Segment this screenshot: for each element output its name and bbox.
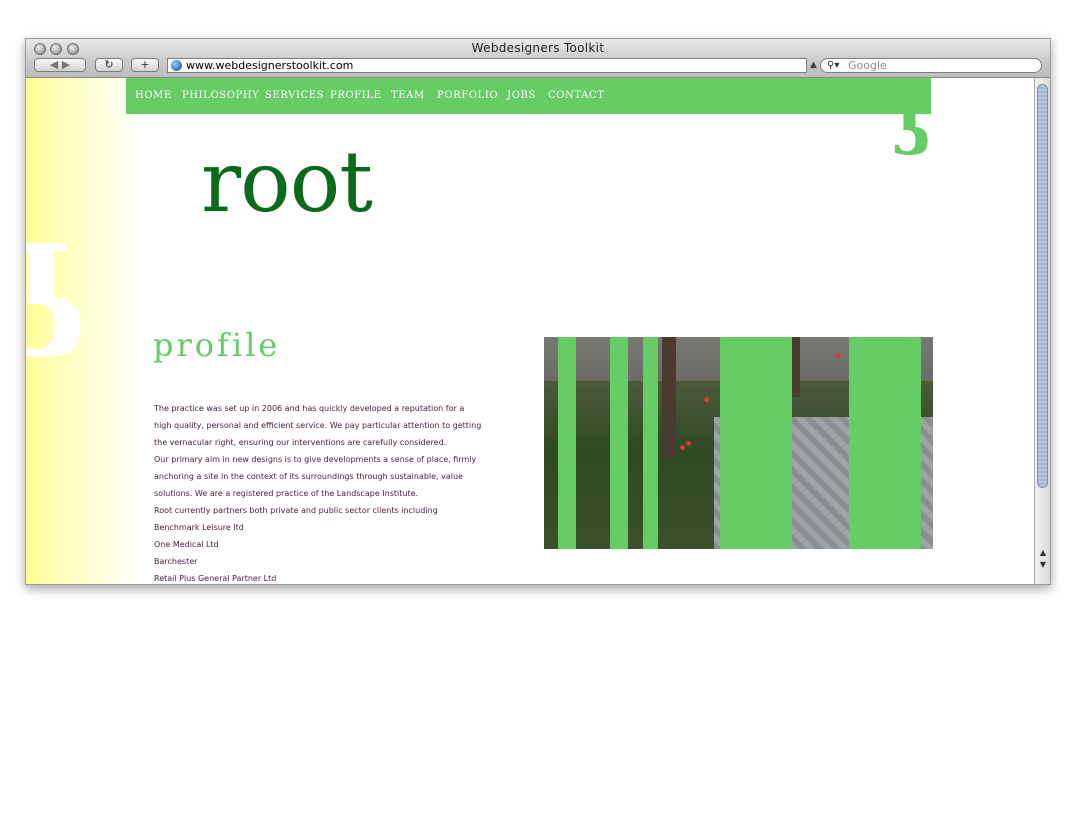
- profile-line: high quality, personal and efficient ser…: [154, 421, 482, 430]
- photo-stripe: [849, 337, 921, 549]
- window-title: Webdesigners Toolkit: [471, 41, 605, 55]
- profile-line: the vernacular right, ensuring our inter…: [154, 438, 447, 447]
- main-navigation: HOME PHILOSOPHY SERVICES PROFILE TEAM PO…: [126, 78, 931, 114]
- photo-stripe: [643, 337, 658, 549]
- scroll-down-arrow-icon[interactable]: ▼: [1038, 560, 1048, 570]
- profile-line: solutions. We are a registered practice …: [154, 489, 419, 498]
- photo-stripe: [610, 337, 628, 549]
- photo-flower: [836, 353, 841, 358]
- decorative-root-glyph-right: ʖ: [892, 89, 931, 172]
- photo-stripe: [558, 337, 576, 549]
- globe-icon: [171, 60, 182, 71]
- add-bookmark-button[interactable]: +: [131, 58, 159, 72]
- browser-window: Webdesigners Toolkit ◀ ▶ ↻ + www.webdesi…: [25, 38, 1051, 585]
- page-title: profile: [153, 326, 281, 364]
- nav-item-services[interactable]: SERVICES: [265, 90, 324, 101]
- profile-text: The practice was set up in 2006 and has …: [154, 400, 494, 584]
- nav-item-philosophy[interactable]: PHILOSOPHY: [182, 90, 259, 101]
- scroll-up-arrow-icon[interactable]: ▲: [1038, 548, 1048, 558]
- photo-flower: [704, 397, 709, 402]
- photo-stripe: [720, 337, 792, 549]
- client-item: Retail Plus General Partner Ltd: [154, 574, 277, 583]
- garden-photo: [544, 337, 933, 549]
- client-item: Benchmark Leisure ltd: [154, 523, 244, 532]
- client-item: One Medical Ltd: [154, 540, 219, 549]
- profile-line: Our primary aim in new designs is to giv…: [154, 455, 477, 464]
- photo-tree-trunk: [662, 337, 676, 457]
- scrollbar-thumb[interactable]: [1037, 84, 1048, 488]
- reload-icon: ↻: [104, 58, 114, 71]
- nav-item-team[interactable]: TEAM: [391, 90, 425, 101]
- profile-line: anchoring a site in the context of its s…: [154, 472, 463, 481]
- address-bar-url[interactable]: www.webdesignerstoolkit.com: [186, 59, 353, 72]
- address-bar[interactable]: www.webdesignerstoolkit.com: [167, 58, 807, 73]
- reload-button[interactable]: ↻: [95, 58, 123, 72]
- nav-item-jobs[interactable]: JOBS: [507, 90, 536, 101]
- search-field[interactable]: ⚲▾ Google: [820, 58, 1042, 73]
- nav-item-profile[interactable]: PROFILE: [330, 90, 382, 101]
- search-icon[interactable]: ⚲▾: [827, 60, 839, 71]
- page-viewport: ʖ HOME PHILOSOPHY SERVICES PROFILE TEAM …: [26, 78, 1034, 584]
- nav-item-contact[interactable]: CONTACT: [548, 90, 604, 101]
- site-logo[interactable]: root: [201, 132, 373, 232]
- nav-item-porfolio[interactable]: PORFOLIO: [437, 90, 498, 101]
- photo-flower: [680, 445, 685, 450]
- back-forward-buttons[interactable]: ◀ ▶: [34, 58, 86, 72]
- snapback-icon[interactable]: ▲: [810, 60, 817, 70]
- back-arrow-icon[interactable]: ◀: [50, 58, 58, 71]
- profile-line: Root currently partners both private and…: [154, 506, 438, 515]
- nav-item-home[interactable]: HOME: [135, 90, 172, 101]
- photo-tree-trunk: [792, 337, 800, 397]
- decorative-root-glyph-left: ʖ: [26, 230, 87, 380]
- browser-toolbar: Webdesigners Toolkit ◀ ▶ ↻ + www.webdesi…: [26, 39, 1050, 78]
- forward-arrow-icon[interactable]: ▶: [62, 58, 70, 71]
- plus-icon: +: [140, 58, 150, 71]
- profile-line: The practice was set up in 2006 and has …: [154, 404, 465, 413]
- search-placeholder: Google: [848, 59, 887, 72]
- vertical-scrollbar[interactable]: ▲ ▼: [1034, 78, 1050, 584]
- photo-flower: [686, 441, 691, 446]
- client-item: Barchester: [154, 557, 198, 566]
